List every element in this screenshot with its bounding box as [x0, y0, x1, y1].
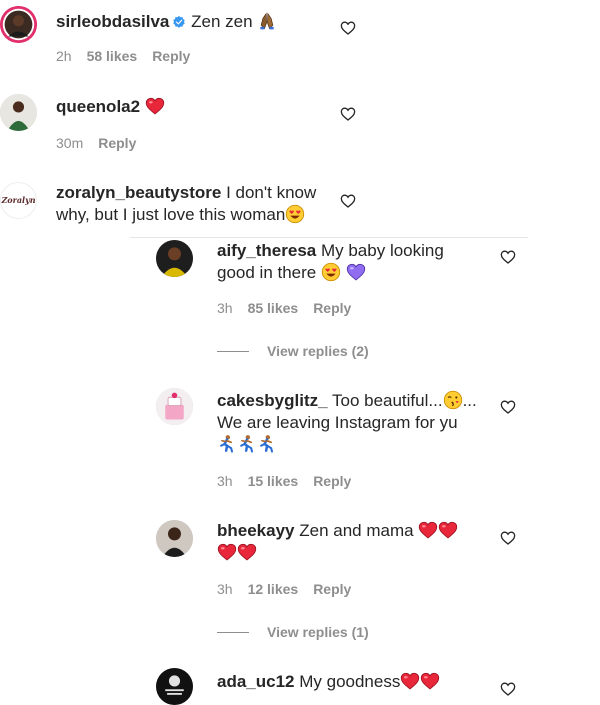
like-heart-outline-icon[interactable] [340, 20, 356, 36]
divider [130, 237, 528, 238]
pray-hands-emoji [257, 11, 277, 31]
avatar[interactable] [156, 388, 193, 425]
red-heart-emoji [217, 542, 237, 562]
comment-username[interactable]: aify_theresa [217, 241, 316, 260]
runner-emoji [257, 434, 277, 454]
comment-time[interactable]: 30m [56, 135, 83, 151]
avatar[interactable] [0, 6, 37, 43]
reply-text: bheekayy Zen and mama [217, 520, 492, 564]
comment-username[interactable]: sirleobdasilva [56, 12, 169, 31]
comment-text: zoralyn_beautystore I don't know why, bu… [56, 182, 331, 226]
comment-body: I don't know [226, 183, 317, 202]
avatar-logo-text: Zoralyn [1, 195, 36, 205]
comment-likes[interactable]: 15 likes [248, 473, 299, 489]
comment-body: We are leaving Instagram for yu [217, 413, 458, 432]
like-heart-outline-icon[interactable] [500, 399, 516, 415]
red-heart-emoji [237, 542, 257, 562]
like-heart-outline-icon[interactable] [340, 193, 356, 209]
avatar[interactable] [156, 240, 193, 277]
comment-text: sirleobdasilva Zen zen [56, 11, 277, 33]
view-replies-button[interactable]: View replies (2) [217, 343, 369, 359]
comment-likes[interactable]: 12 likes [248, 581, 299, 597]
verified-badge-icon [172, 15, 186, 29]
reply-button[interactable]: Reply [313, 300, 351, 316]
view-replies-label: View replies (2) [267, 343, 369, 359]
comment-body: My goodness [299, 672, 401, 691]
comment-username[interactable]: queenola2 [56, 97, 140, 116]
comment-body: My baby looking [320, 241, 444, 260]
comment-text: queenola2 [56, 96, 165, 118]
like-heart-outline-icon[interactable] [500, 681, 516, 697]
red-heart-emoji [438, 520, 458, 540]
reply-button[interactable]: Reply [98, 135, 136, 151]
heart-eyes-emoji [321, 262, 341, 282]
like-heart-outline-icon[interactable] [340, 106, 356, 122]
red-heart-emoji [145, 96, 165, 116]
reply-text: ada_uc12 My goodness [217, 671, 492, 693]
reply-button[interactable]: Reply [313, 473, 351, 489]
kiss-emoji [443, 390, 463, 410]
avatar[interactable]: Zoralyn [0, 182, 37, 219]
red-heart-emoji [418, 520, 438, 540]
comment-meta: 3h 12 likes Reply [217, 581, 351, 597]
comment-username[interactable]: ada_uc12 [217, 672, 295, 691]
comment-time[interactable]: 2h [56, 48, 72, 64]
avatar[interactable] [156, 520, 193, 557]
like-heart-outline-icon[interactable] [500, 530, 516, 546]
view-replies-line [217, 350, 249, 352]
reply-text: cakesbyglitz_ Too beautiful...... We are… [217, 390, 492, 456]
comment-body: Too beautiful... [331, 391, 443, 410]
comment-username[interactable]: bheekayy [217, 521, 295, 540]
runner-emoji [217, 434, 237, 454]
view-replies-label: View replies (1) [267, 624, 369, 640]
comment-meta: 2h 58 likes Reply [56, 48, 190, 64]
comment-meta: 3h 85 likes Reply [217, 300, 351, 316]
view-replies-line [217, 631, 249, 633]
comment-time[interactable]: 3h [217, 300, 233, 316]
comment-time[interactable]: 3h [217, 473, 233, 489]
red-heart-emoji [400, 671, 420, 691]
comment-body-ellipsis: ... [462, 391, 477, 410]
reply-button[interactable]: Reply [313, 581, 351, 597]
like-heart-outline-icon[interactable] [500, 249, 516, 265]
runner-emoji [237, 434, 257, 454]
avatar[interactable] [156, 668, 193, 705]
comment-username[interactable]: zoralyn_beautystore [56, 183, 221, 202]
reply-button[interactable]: Reply [152, 48, 190, 64]
comment-username[interactable]: cakesbyglitz_ [217, 391, 328, 410]
red-heart-emoji [420, 671, 440, 691]
view-replies-button[interactable]: View replies (1) [217, 624, 369, 640]
comment-meta: 3h 15 likes Reply [217, 473, 351, 489]
comment-body: why, but I just love this woman [56, 205, 286, 224]
comment-likes[interactable]: 58 likes [87, 48, 138, 64]
avatar[interactable] [0, 94, 37, 131]
comment-likes[interactable]: 85 likes [248, 300, 299, 316]
heart-eyes-emoji [285, 204, 305, 224]
comment-body: Zen and mama [299, 521, 414, 540]
reply-text: aify_theresa My baby looking good in the… [217, 240, 487, 284]
purple-heart-emoji [346, 262, 366, 282]
comment-time[interactable]: 3h [217, 581, 233, 597]
comment-body: good in there [217, 263, 317, 282]
comment-meta: 30m Reply [56, 135, 136, 151]
comment-body: Zen zen [191, 12, 253, 31]
